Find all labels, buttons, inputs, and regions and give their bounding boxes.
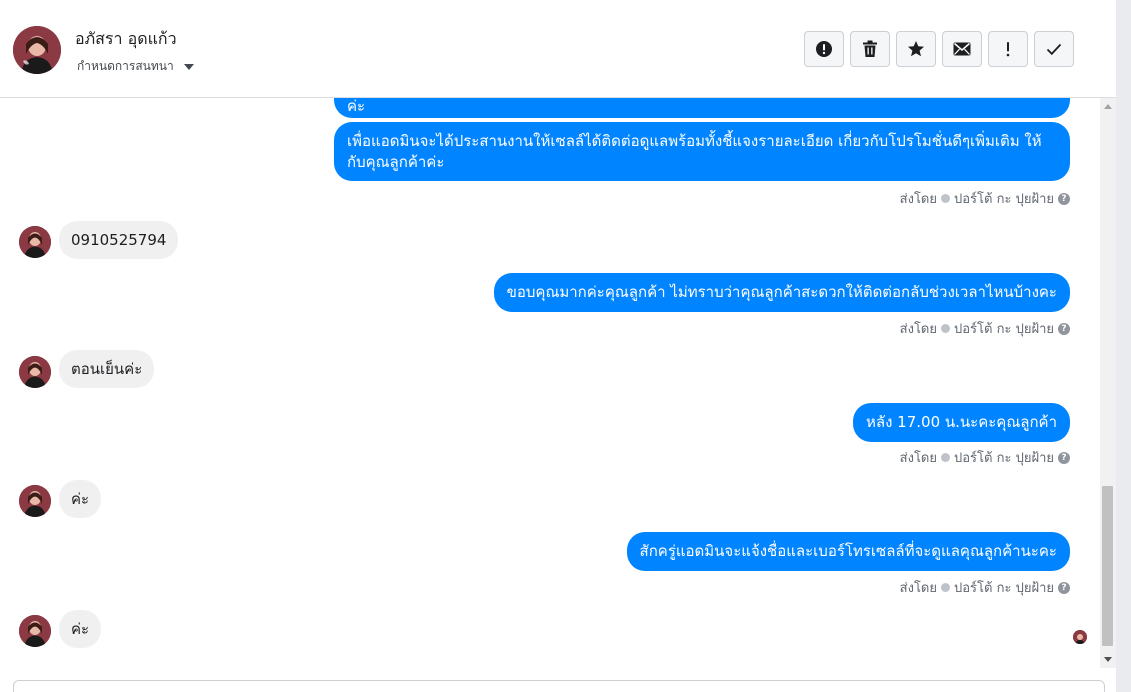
status-dot-icon (941, 583, 950, 592)
star-button[interactable] (896, 31, 936, 67)
message-bubble-outgoing[interactable]: ขอบคุณมากค่ะคุณลูกค้า ไม่ทราบว่าคุณลูกค้… (493, 273, 1070, 312)
message-text: 0910525794 (71, 231, 167, 249)
message-list-scrollbar[interactable] (1100, 98, 1116, 668)
sent-by-label: ส่งโดย (899, 451, 937, 466)
message-text: ขอบคุณมากค่ะคุณลูกค้า ไม่ทราบว่าคุณลูกค้… (506, 283, 1057, 301)
conversation-settings-label: กำหนดการสนทนา (77, 59, 174, 73)
conversation-header: อภัสรา อุดแก้ว กำหนดการสนทนา (0, 0, 1116, 98)
message-text: ตอนเย็นค่ะ (71, 360, 143, 378)
message-text: ค่ะ (71, 620, 90, 638)
help-icon[interactable]: ? (1058, 581, 1070, 594)
important-button[interactable] (988, 31, 1028, 67)
help-icon[interactable]: ? (1058, 451, 1070, 464)
mark-spam-button[interactable] (804, 31, 844, 67)
sent-by-agent[interactable]: ปอร์โต้ กะ ปุยฝ้าย (954, 447, 1054, 468)
contact-avatar-small (19, 615, 51, 647)
message-text: ค่ะ (347, 98, 366, 115)
conversation-settings-dropdown[interactable]: กำหนดการสนทนา (77, 57, 194, 76)
alert-circle-icon (816, 41, 832, 57)
message-text: ค่ะ (71, 490, 90, 508)
exclamation-icon (1006, 42, 1010, 57)
seen-indicator-avatar (1073, 630, 1087, 644)
envelope-icon (953, 42, 971, 56)
message-bubble-incoming[interactable]: ตอนเย็นค่ะ (59, 350, 155, 388)
mark-done-button[interactable] (1034, 31, 1074, 67)
sent-by-agent[interactable]: ปอร์โต้ กะ ปุยฝ้าย (954, 577, 1054, 598)
scroll-up-arrow-icon[interactable] (1104, 104, 1112, 109)
message-text: เพื่อแอดมินจะได้ประสานงานให้เซลล์ได้ติดต… (347, 132, 1042, 171)
sent-by-label: ส่งโดย (899, 192, 937, 207)
check-icon (1046, 43, 1062, 56)
help-icon[interactable]: ? (1058, 192, 1070, 205)
sent-by-agent[interactable]: ปอร์โต้ กะ ปุยฝ้าย (954, 318, 1054, 339)
mark-unread-button[interactable] (942, 31, 982, 67)
status-dot-icon (941, 324, 950, 333)
sent-by-agent[interactable]: ปอร์โต้ กะ ปุยฝ้าย (954, 188, 1054, 209)
delete-button[interactable] (850, 31, 890, 67)
message-bubble-outgoing[interactable]: ค่ะ (334, 98, 1070, 118)
status-dot-icon (941, 453, 950, 462)
message-text: หลัง 17.00 น.นะคะคุณลูกค้า (866, 413, 1057, 431)
caret-down-icon (183, 63, 194, 70)
message-bubble-incoming[interactable]: ค่ะ (59, 480, 102, 518)
message-bubble-outgoing[interactable]: สักครู่แอดมินจะแจ้งชื่อและเบอร์โทรเซลล์ท… (626, 532, 1070, 571)
star-icon (908, 41, 924, 57)
sent-by-info: ส่งโดย ปอร์โต้ กะ ปุยฝ้าย ? (900, 188, 1070, 209)
sent-by-info: ส่งโดย ปอร์โต้ กะ ปุยฝ้าย ? (900, 318, 1070, 339)
message-bubble-outgoing[interactable]: เพื่อแอดมินจะได้ประสานงานให้เซลล์ได้ติดต… (334, 122, 1070, 181)
message-bubble-incoming[interactable]: 0910525794 (59, 221, 179, 259)
contact-name[interactable]: อภัสรา อุดแก้ว (75, 27, 177, 52)
conversation-panel: อภัสรา อุดแก้ว กำหนดการสนทนา ค่ะ เพื่อแอ… (0, 0, 1116, 692)
message-bubble-incoming[interactable]: ค่ะ (59, 610, 102, 648)
contact-avatar-small (19, 356, 51, 388)
message-bubble-outgoing[interactable]: หลัง 17.00 น.นะคะคุณลูกค้า (853, 403, 1070, 442)
contact-avatar-small (19, 226, 51, 258)
trash-icon (863, 40, 877, 57)
conversation-toolbar (804, 31, 1074, 67)
message-text: สักครู่แอดมินจะแจ้งชื่อและเบอร์โทรเซลล์ท… (639, 542, 1057, 560)
sent-by-info: ส่งโดย ปอร์โต้ กะ ปุยฝ้าย ? (900, 447, 1070, 468)
scroll-down-arrow-icon[interactable] (1104, 657, 1112, 662)
help-icon[interactable]: ? (1058, 322, 1070, 335)
status-dot-icon (941, 194, 950, 203)
contact-avatar[interactable] (13, 26, 61, 74)
message-list[interactable]: ค่ะ เพื่อแอดมินจะได้ประสานงานให้เซลล์ได้… (0, 98, 1100, 668)
sent-by-info: ส่งโดย ปอร์โต้ กะ ปุยฝ้าย ? (900, 577, 1070, 598)
sent-by-label: ส่งโดย (899, 322, 937, 337)
scrollbar-thumb[interactable] (1102, 486, 1113, 646)
contact-avatar-small (19, 485, 51, 517)
sent-by-label: ส่งโดย (899, 581, 937, 596)
reply-composer[interactable] (13, 680, 1105, 692)
